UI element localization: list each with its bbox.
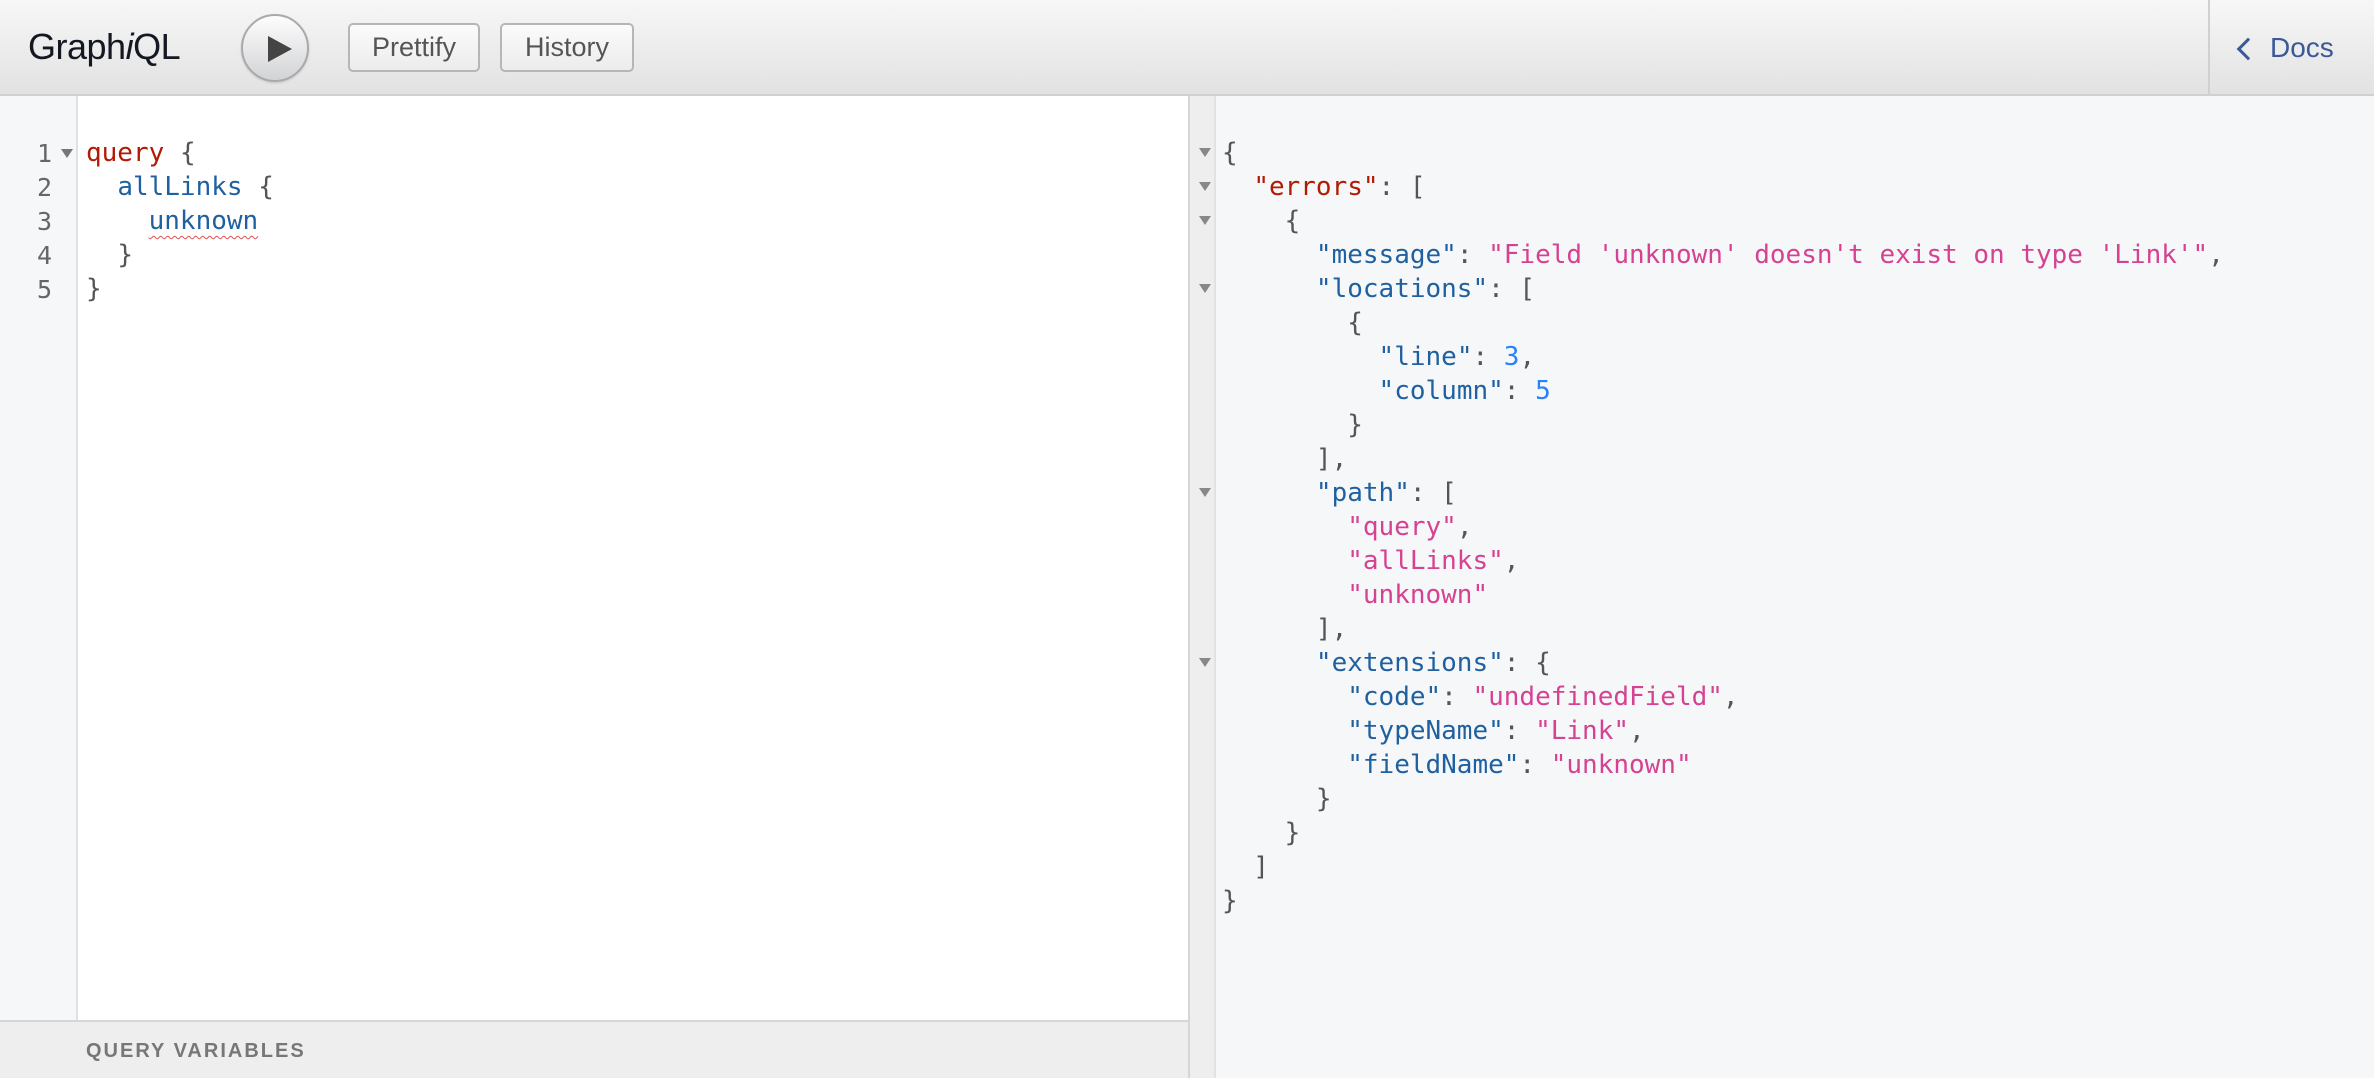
brace-token: }	[117, 240, 133, 270]
play-icon	[268, 36, 292, 62]
fold-arrow-icon[interactable]	[1199, 488, 1211, 497]
result-line: {	[1222, 206, 1301, 236]
editor-divider[interactable]	[1188, 96, 1216, 1078]
app-title: GraphiQL	[28, 26, 181, 67]
fold-arrow-icon[interactable]	[61, 149, 73, 158]
json-key: "path"	[1315, 478, 1410, 508]
result-line: {	[1222, 138, 1238, 168]
docs-button[interactable]: Docs	[2236, 32, 2334, 64]
result-line: }	[1222, 818, 1301, 848]
line-number: 3	[36, 207, 52, 236]
query-editor[interactable]: 1 2 3 4 5 query { allLinks { unknown } }	[0, 96, 1188, 1020]
result-line: "typeName": "Link",	[1347, 716, 1645, 746]
keyword-token: query	[86, 138, 165, 168]
json-string: "unknown"	[1550, 750, 1692, 780]
result-line: "errors": [	[1253, 172, 1426, 202]
result-line: ],	[1222, 614, 1348, 644]
json-string: "undefinedField"	[1472, 682, 1723, 712]
unknown-field-token: unknown	[148, 206, 259, 236]
fold-arrow-icon[interactable]	[1199, 658, 1211, 667]
result-line: "unknown"	[1222, 578, 1488, 612]
json-key: "fieldName"	[1347, 750, 1520, 780]
code-line: unknown	[86, 204, 259, 238]
json-number: 5	[1535, 376, 1551, 406]
result-line: "line": 3,	[1378, 342, 1536, 372]
result-line: "query",	[1347, 512, 1473, 542]
json-key: "column"	[1378, 376, 1504, 406]
json-string: "Link"	[1535, 716, 1630, 746]
docs-panel-toggle: Docs	[2208, 0, 2374, 96]
json-key: "typeName"	[1347, 716, 1504, 746]
prettify-button[interactable]: Prettify	[348, 23, 480, 72]
line-number: 1	[36, 139, 52, 168]
line-number: 4	[36, 241, 52, 270]
json-key: "extensions"	[1315, 648, 1504, 678]
result-line: }	[1222, 410, 1363, 440]
field-token: allLinks	[117, 172, 243, 202]
brace-token: }	[86, 274, 102, 304]
code-line: allLinks {	[86, 170, 274, 204]
docs-label: Docs	[2270, 32, 2334, 63]
line-number: 5	[36, 275, 52, 304]
result-line: "path": [	[1315, 478, 1457, 508]
query-variables-bar[interactable]: QUERY VARIABLES	[0, 1020, 1188, 1078]
toolbar: GraphiQL Prettify History Docs	[0, 0, 2374, 96]
result-line: }	[1222, 784, 1332, 814]
code-line: }	[86, 272, 102, 306]
query-variables-label: QUERY VARIABLES	[86, 1040, 306, 1062]
result-line: {	[1222, 308, 1363, 338]
result-line: }	[1222, 886, 1238, 916]
result-line: "extensions": {	[1315, 648, 1551, 678]
json-key: "code"	[1347, 682, 1442, 712]
json-string: "allLinks"	[1347, 546, 1504, 576]
json-string: "unknown"	[1347, 580, 1489, 610]
result-line: ]	[1222, 852, 1269, 882]
chevron-left-icon	[2236, 37, 2260, 61]
result-line: "fieldName": "unknown"	[1347, 750, 1692, 780]
fold-arrow-icon[interactable]	[1199, 284, 1211, 293]
fold-arrow-icon[interactable]	[1199, 182, 1211, 191]
json-number: 3	[1503, 342, 1520, 372]
fold-arrow-icon[interactable]	[1199, 148, 1211, 157]
result-line: "column": 5	[1378, 376, 1551, 406]
code-line: }	[86, 238, 133, 272]
history-button[interactable]: History	[500, 23, 634, 72]
result-line: ],	[1222, 444, 1348, 474]
line-number: 2	[36, 173, 52, 202]
json-key: "message"	[1315, 240, 1457, 270]
json-key: "line"	[1378, 342, 1473, 372]
json-key: "locations"	[1315, 274, 1489, 304]
result-line: "message": "Field 'unknown' doesn't exis…	[1315, 240, 2224, 270]
line-number-gutter: 1 2 3 4 5	[0, 96, 78, 1020]
code-line: query {	[86, 136, 196, 170]
brace-token: {	[179, 138, 196, 168]
fold-arrow-icon[interactable]	[1199, 216, 1211, 225]
json-key: "errors"	[1253, 172, 1379, 202]
execute-query-button[interactable]	[241, 14, 309, 82]
result-line: "locations": [	[1315, 274, 1536, 304]
result-line: "code": "undefinedField",	[1347, 682, 1739, 712]
brace-token: {	[258, 172, 274, 202]
json-string: "Field 'unknown' doesn't exist on type '…	[1488, 240, 2209, 270]
json-string: "query"	[1347, 512, 1457, 542]
result-line: "allLinks",	[1347, 546, 1520, 576]
